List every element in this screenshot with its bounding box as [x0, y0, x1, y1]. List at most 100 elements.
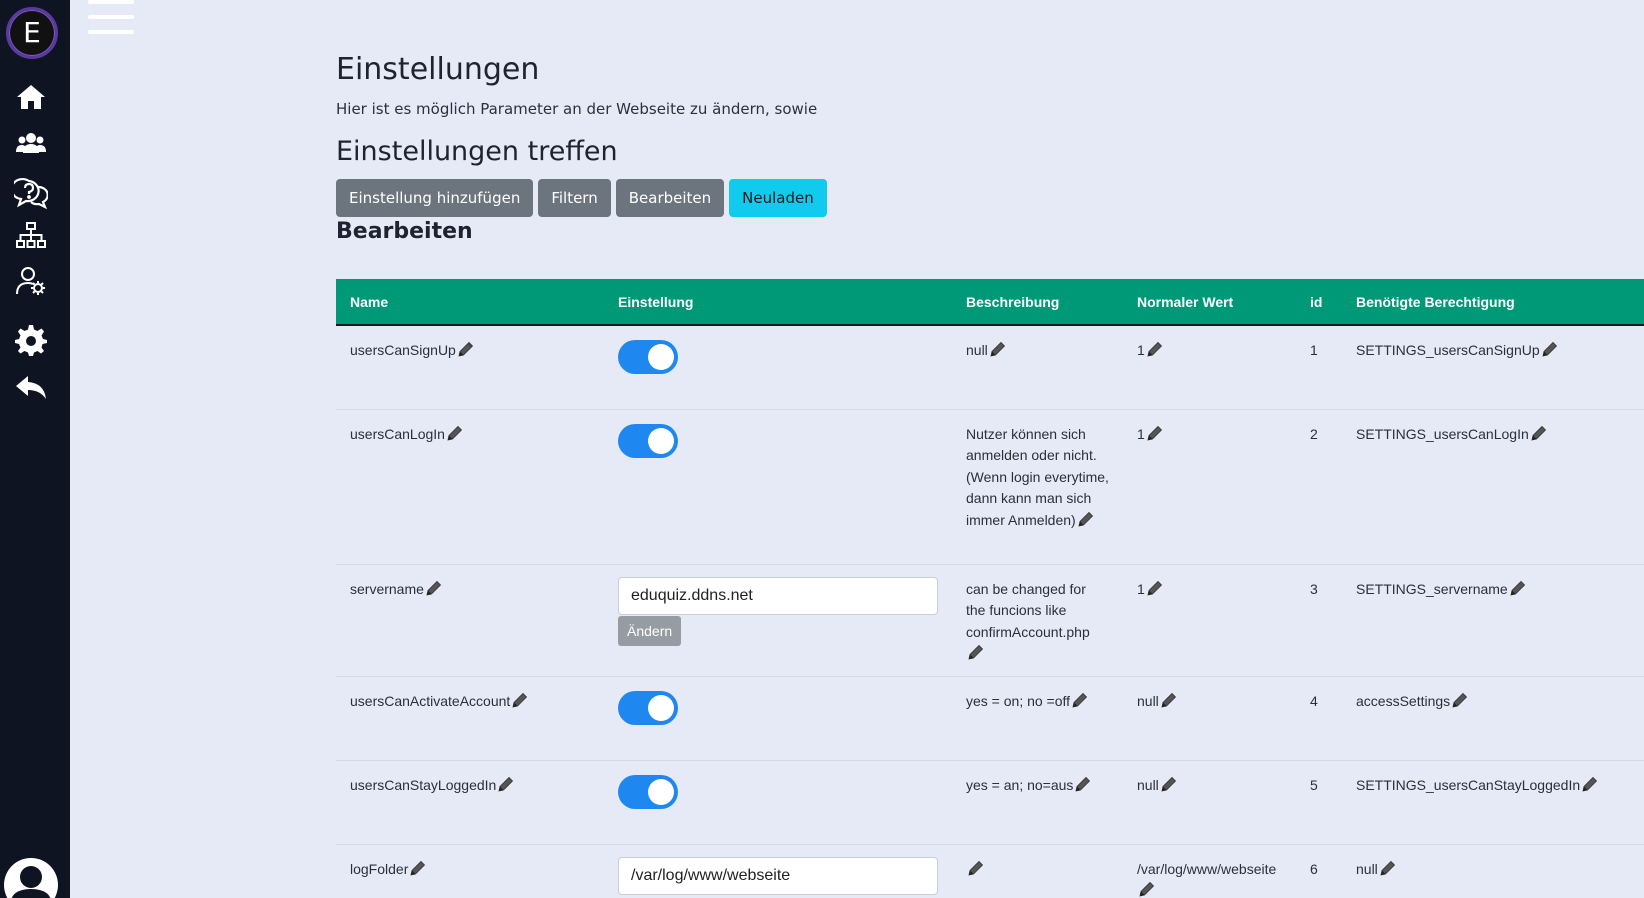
setting-cell: eduquiz.ddns.net Ändern	[604, 564, 952, 677]
setting-cell	[604, 676, 952, 761]
toggle-switch[interactable]	[618, 340, 678, 374]
default-value: null	[1137, 692, 1159, 709]
id-cell: 5	[1296, 760, 1342, 845]
pencil-icon[interactable]	[1146, 340, 1164, 358]
action-buttons: Einstellung hinzufügen Filtern Bearbeite…	[336, 179, 827, 217]
default-cell: /var/log/www/webseite	[1123, 844, 1296, 898]
permission-text: SETTINGS_servername	[1356, 580, 1508, 597]
pencil-icon[interactable]	[1541, 340, 1559, 358]
sidebar: E	[0, 0, 70, 898]
add-setting-button[interactable]: Einstellung hinzufügen	[336, 179, 534, 217]
change-button[interactable]: Ändern	[618, 615, 682, 646]
back-arrow-icon[interactable]	[14, 370, 48, 404]
permission-text: SETTINGS_usersCanStayLoggedIn	[1356, 776, 1581, 793]
column-header-id[interactable]: id	[1296, 279, 1342, 326]
section-title: Einstellungen treffen	[336, 136, 618, 167]
help-chat-icon[interactable]	[10, 176, 49, 210]
default-cell: null	[1123, 676, 1296, 761]
pencil-icon[interactable]	[1379, 859, 1397, 877]
pencil-icon[interactable]	[1451, 691, 1469, 709]
pencil-icon[interactable]	[457, 340, 475, 358]
toggle-knob	[648, 344, 674, 370]
default-value: 1	[1137, 580, 1145, 597]
toggle-switch[interactable]	[618, 690, 678, 725]
description-text: can be changed for the funcions like con…	[966, 580, 1090, 640]
edit-button[interactable]: Bearbeiten	[615, 179, 725, 217]
edit-section-title: Bearbeiten	[336, 219, 473, 244]
default-cell: null	[1123, 760, 1296, 845]
pencil-icon[interactable]	[425, 579, 443, 597]
pencil-icon[interactable]	[1581, 775, 1599, 793]
pencil-icon[interactable]	[1077, 510, 1095, 528]
permission-text: SETTINGS_usersCanLogIn	[1356, 425, 1529, 442]
users-icon[interactable]	[14, 127, 48, 161]
pencil-icon[interactable]	[511, 691, 529, 709]
table-row: servername eduquiz.ddns.net Ändern can b…	[336, 564, 1644, 677]
page-subtitle: Hier ist es möglich Parameter an der Web…	[336, 100, 818, 118]
name-cell: usersCanLogIn	[336, 409, 604, 565]
id-cell: 2	[1296, 409, 1342, 565]
pencil-icon[interactable]	[1146, 424, 1164, 442]
permission-cell: SETTINGS_servername	[1342, 564, 1644, 677]
settings-gear-icon[interactable]	[14, 322, 48, 356]
column-header-setting[interactable]: Einstellung	[604, 279, 952, 326]
table-header-row: Name Einstellung Beschreibung Normaler W…	[336, 279, 1644, 326]
user-avatar-icon[interactable]	[4, 858, 58, 898]
hamburger-menu-icon[interactable]	[88, 0, 136, 36]
description-text: yes = on; no =off	[966, 692, 1071, 709]
reload-button[interactable]: Neuladen	[729, 179, 827, 217]
toggle-knob	[648, 427, 674, 454]
default-value: 1	[1137, 425, 1145, 442]
name-cell: usersCanSignUp	[336, 325, 604, 410]
id-cell: 4	[1296, 676, 1342, 761]
name-cell: logFolder	[336, 844, 604, 898]
pencil-icon[interactable]	[409, 859, 427, 877]
filter-button[interactable]: Filtern	[538, 179, 611, 217]
id-cell: 6	[1296, 844, 1342, 898]
user-gear-icon[interactable]	[14, 264, 48, 298]
pencil-icon[interactable]	[989, 340, 1007, 358]
description-cell: Nutzer können sich anmelden oder nicht. …	[952, 409, 1123, 565]
pencil-icon[interactable]	[1160, 775, 1178, 793]
table-row: usersCanLogIn Nutzer können sich anmelde…	[336, 409, 1644, 565]
column-header-default[interactable]: Normaler Wert	[1123, 279, 1296, 326]
setting-name: usersCanSignUp	[350, 342, 456, 358]
permission-cell: accessSettings	[1342, 676, 1644, 761]
table-row: usersCanSignUp null 1 1 SETTINGS_usersCa…	[336, 325, 1644, 410]
name-cell: usersCanStayLoggedIn	[336, 760, 604, 845]
servername-input[interactable]: eduquiz.ddns.net	[618, 576, 938, 615]
pencil-icon[interactable]	[1509, 579, 1527, 597]
pencil-icon[interactable]	[1074, 775, 1092, 793]
pencil-icon[interactable]	[1138, 880, 1156, 898]
setting-name: servername	[350, 580, 424, 597]
table-row: usersCanActivateAccount yes = on; no =of…	[336, 676, 1644, 761]
column-header-permission[interactable]: Benötigte Berechtigung	[1342, 279, 1644, 326]
default-cell: 1	[1123, 325, 1296, 410]
id-cell: 3	[1296, 564, 1342, 677]
setting-cell	[604, 325, 952, 410]
description-cell: null	[952, 325, 1123, 410]
pencil-icon[interactable]	[1146, 579, 1164, 597]
toggle-knob	[648, 694, 674, 721]
default-value: /var/log/www/webseite	[1137, 860, 1277, 877]
pencil-icon[interactable]	[1530, 424, 1548, 442]
pencil-icon[interactable]	[446, 424, 464, 442]
column-header-description[interactable]: Beschreibung	[952, 279, 1123, 326]
toggle-switch[interactable]	[618, 774, 678, 809]
toggle-switch[interactable]	[618, 423, 678, 458]
page-title: Einstellungen	[336, 52, 540, 87]
sitemap-icon[interactable]	[14, 219, 48, 253]
pencil-icon[interactable]	[1071, 691, 1089, 709]
log-folder-input[interactable]: /var/log/www/webseite	[618, 856, 938, 895]
pencil-icon[interactable]	[497, 775, 515, 793]
home-icon[interactable]	[14, 80, 48, 114]
setting-cell	[604, 760, 952, 845]
id-cell: 1	[1296, 325, 1342, 410]
pencil-icon[interactable]	[967, 859, 985, 877]
permission-text: null	[1356, 860, 1378, 877]
app-logo[interactable]: E	[6, 7, 58, 59]
setting-name: usersCanActivateAccount	[350, 692, 511, 709]
pencil-icon[interactable]	[967, 643, 985, 661]
column-header-name[interactable]: Name	[336, 279, 604, 326]
pencil-icon[interactable]	[1160, 691, 1178, 709]
